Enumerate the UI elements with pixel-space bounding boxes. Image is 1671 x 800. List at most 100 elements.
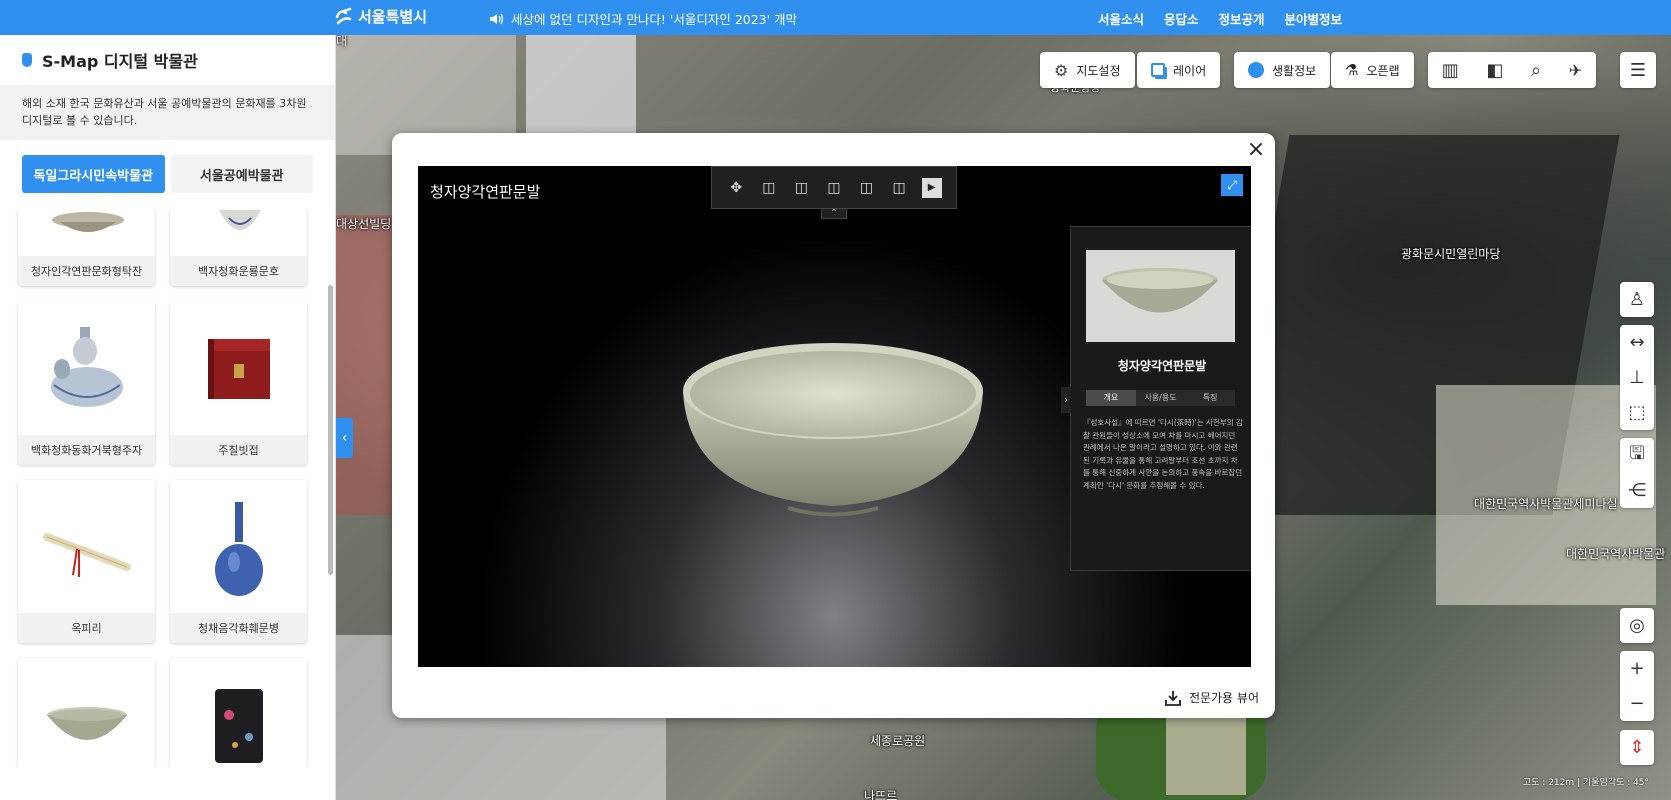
top-bar: 서울특별시 세상에 없던 디자인과 만나다! '서울디자인 2023' 개막 서…: [0, 0, 1671, 35]
seoul-logo[interactable]: 서울특별시: [334, 6, 427, 27]
cube-front-icon[interactable]: ◫: [759, 178, 779, 198]
panel-scrollbar[interactable]: [328, 285, 333, 575]
open-app-button[interactable]: ⚗ 오픈랩: [1331, 52, 1414, 88]
tab-seoul-craft-museum[interactable]: 서울공예박물관: [170, 155, 313, 193]
artifact-card[interactable]: 주칠빗접: [170, 302, 307, 465]
fullscreen-button[interactable]: ⤢: [1221, 174, 1243, 196]
zoom-out-icon[interactable]: −: [1620, 686, 1654, 721]
map-label-plaza: 광화문시민열린마당: [1401, 247, 1501, 261]
jade-flute-image: [18, 480, 155, 613]
toolbar-collapse-icon[interactable]: ⌃: [821, 209, 847, 219]
notice-bar[interactable]: 세상에 없던 디자인과 만나다! '서울디자인 2023' 개막: [489, 9, 797, 28]
compass-tool: ⇕: [1620, 730, 1654, 765]
gear-icon: ⚙: [1054, 60, 1069, 80]
artifact-card[interactable]: 백화청화동화거북형주자: [18, 302, 155, 465]
info-tab-usage[interactable]: 사용/용도: [1136, 390, 1186, 406]
vase-icon: [22, 53, 32, 67]
nav-eungdapso[interactable]: 응답소: [1164, 9, 1199, 28]
artifact-label: 청채음각화훼문병: [198, 622, 279, 635]
map-label-museum-hall: 대한민국역사박물관세미나실: [1474, 497, 1618, 511]
chevron-right-icon[interactable]: ›: [1061, 387, 1071, 413]
zoom-search-icon[interactable]: ⌕: [1531, 60, 1541, 81]
bowl-3d-model[interactable]: [678, 336, 988, 536]
layer-button[interactable]: 레이어: [1137, 52, 1221, 88]
expert-viewer-button[interactable]: 전문가용 뷰어: [1165, 689, 1259, 706]
area-icon[interactable]: ⬚: [1620, 395, 1654, 430]
menu-button[interactable]: ☰: [1620, 52, 1656, 88]
cup-stand-shape: [52, 212, 124, 232]
turtle-ewer-image: [18, 302, 155, 435]
info-tabs: 개요 사용/용도 특징: [1086, 390, 1235, 406]
map-settings-button[interactable]: ⚙ 지도설정: [1040, 52, 1135, 88]
hamburger-icon: ☰: [1629, 59, 1647, 81]
info-tab-overview[interactable]: 개요: [1086, 390, 1136, 406]
cube-left-icon[interactable]: ◫: [824, 178, 844, 198]
map-settings-label: 지도설정: [1076, 63, 1121, 78]
building-icon[interactable]: ▥: [1442, 60, 1459, 81]
life-info-label: 생활정보: [1272, 63, 1317, 78]
pegman-icon[interactable]: ♙: [1620, 282, 1654, 317]
artifact-label: 백화청화동화거북형주자: [30, 444, 143, 457]
cube-right-icon[interactable]: ◫: [857, 178, 877, 198]
cube-top-icon[interactable]: ◫: [889, 178, 909, 198]
map-label-museum: 대한민국역사박물관: [1566, 547, 1666, 561]
blue-vase-image: [170, 480, 307, 613]
map-label-left-mid: 대: [336, 35, 348, 48]
info-artifact-name: 청자양각연판문발: [1117, 359, 1207, 373]
panel-collapse-button[interactable]: ‹: [336, 418, 353, 458]
expert-viewer-label: 전문가용 뷰어: [1188, 691, 1259, 705]
distance-icon[interactable]: ↔: [1620, 325, 1654, 360]
map-icon-group: ▥ ◧ ⌕ ✈: [1428, 52, 1596, 88]
map-label-bottom: 나뜨르: [864, 789, 898, 800]
split-view-icon[interactable]: ◧: [1486, 60, 1503, 81]
layer-icon: [1151, 63, 1165, 77]
tab-grassi-museum[interactable]: 독일그라시민속박물관: [22, 155, 165, 193]
seoul-logo-icon: [335, 7, 352, 24]
street-view-tool: ♙: [1620, 282, 1654, 317]
map-label-park: 세종로공원: [870, 734, 926, 748]
save-icon[interactable]: 🖫: [1620, 438, 1654, 473]
artifact-label: 백자청화운룡문호: [198, 265, 279, 278]
museum-panel: S-Map 디지털 박물관 해외 소재 한국 문화유산과 서울 공예박물관의 문…: [0, 35, 336, 800]
play-icon[interactable]: ▶: [921, 177, 942, 198]
logo-text: 서울특별시: [358, 8, 428, 26]
nav-info-disclosure[interactable]: 정보공개: [1219, 9, 1265, 28]
artifact-grid: 청자인각연판문화형탁잔 백자청화운룡문호 백화청화동화거북형주자 주칠빗접 옥피…: [0, 210, 326, 767]
artifact-card[interactable]: 옥피리: [18, 480, 155, 643]
artifact-card[interactable]: 청채음각화훼문병: [170, 480, 307, 643]
info-thumbnail: [1086, 250, 1235, 342]
locate-icon[interactable]: ◎: [1620, 608, 1654, 643]
compass-icon[interactable]: ⇕: [1620, 730, 1654, 765]
top-nav: 서울소식 응답소 정보공개 분야별정보: [1098, 9, 1342, 28]
viewer-title: 청자양각연판문발: [430, 183, 541, 201]
artifact-card[interactable]: [18, 658, 155, 767]
locate-tool: ◎: [1620, 608, 1654, 643]
museum-tabs: 독일그라시민속박물관 서울공예박물관: [0, 140, 335, 193]
open-app-label: 오픈랩: [1366, 63, 1400, 78]
close-icon[interactable]: ×: [1245, 139, 1267, 161]
jar-shape: [219, 210, 261, 230]
life-info-button[interactable]: 생활정보: [1234, 52, 1331, 88]
chevron-left-icon: ‹: [341, 430, 348, 446]
height-icon[interactable]: ⊥: [1620, 360, 1654, 395]
artifact-modal: × 청자양각연판문발 ✥ ◫ ◫ ◫ ◫ ◫ ▶ ⌃ ⤢ › 청자양각연판문발 …: [392, 133, 1275, 718]
nav-seoul-news[interactable]: 서울소식: [1098, 9, 1144, 28]
zoom-tools: + −: [1620, 651, 1654, 721]
3d-viewer[interactable]: 청자양각연판문발 ✥ ◫ ◫ ◫ ◫ ◫ ▶ ⌃ ⤢ › 청자양각연판문발 개요…: [418, 166, 1251, 667]
artifact-card[interactable]: [170, 658, 307, 767]
artifact-label: 옥피리: [71, 622, 102, 635]
map-label-left-top: 대상선빌딩: [336, 217, 392, 231]
cube-back-icon[interactable]: ◫: [791, 178, 811, 198]
fit-view-icon[interactable]: ✥: [726, 178, 746, 198]
zoom-in-icon[interactable]: +: [1620, 651, 1654, 686]
artifact-label: 청자인각연판문화형탁잔: [30, 265, 143, 278]
info-tab-features[interactable]: 특징: [1185, 390, 1235, 406]
panel-title: S-Map 디지털 박물관: [0, 35, 335, 85]
share-icon[interactable]: ⋲: [1620, 473, 1654, 508]
drone-icon[interactable]: ✈: [1569, 61, 1582, 80]
layer-label: 레이어: [1173, 63, 1207, 78]
measure-tools: ↔ ⊥ ⬚: [1620, 325, 1654, 430]
save-share-tools: 🖫 ⋲: [1620, 438, 1654, 508]
nav-field-info[interactable]: 분야별정보: [1285, 9, 1343, 28]
artifact-label: 주칠빗접: [218, 444, 259, 457]
